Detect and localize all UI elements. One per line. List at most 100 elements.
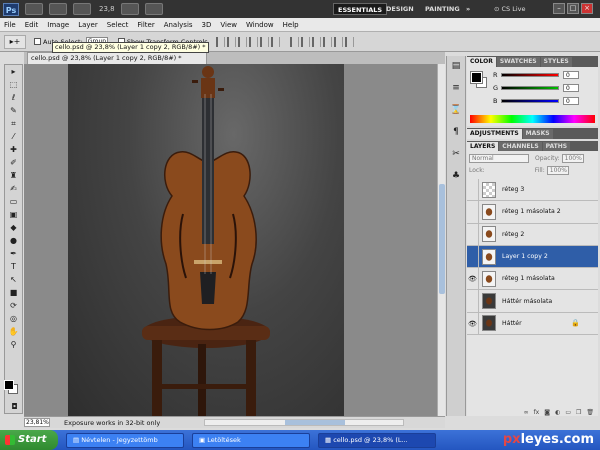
menu-image[interactable]: Image [47,21,69,29]
align-middle-icon[interactable] [226,36,236,47]
menu-3d[interactable]: 3D [202,21,212,29]
delete-layer-icon[interactable]: 🗑 [586,409,594,419]
move-tool-preset-icon[interactable]: ▸+ [4,34,26,49]
visibility-toggle[interactable] [467,201,479,223]
dodge-tool-icon[interactable]: ● [7,235,20,246]
vertical-scrollbar[interactable] [437,64,445,416]
mini-bridge-button[interactable] [49,3,67,15]
horizontal-scrollbar[interactable] [204,419,404,426]
menu-file[interactable]: File [4,21,16,29]
crop-tool-icon[interactable]: ⌗ [7,118,20,129]
visibility-toggle[interactable] [467,179,479,201]
task-downloads[interactable]: ▣ Letöltések [192,432,310,448]
menu-select[interactable]: Select [107,21,129,29]
layer-row[interactable]: réteg 2 [467,223,598,246]
layer-row[interactable]: Háttér másolata [467,290,598,313]
zoom-field[interactable]: 23,81% [24,418,50,427]
tab-color[interactable]: COLOR [467,57,496,67]
new-group-icon[interactable]: ▭ [565,409,571,419]
menu-edit[interactable]: Edit [25,21,39,29]
align-bottom-icon[interactable] [237,36,247,47]
eraser-tool-icon[interactable]: ▭ [7,196,20,207]
visibility-toggle[interactable] [467,223,479,245]
3d-orbit-tool-icon[interactable]: ◎ [7,313,20,324]
menu-layer[interactable]: Layer [78,21,98,29]
red-slider[interactable] [501,73,559,77]
hand-tool-button[interactable] [73,3,91,15]
arrange-documents-button[interactable] [120,3,139,15]
distribute-left-icon[interactable] [322,36,332,47]
fill-field[interactable]: 100% [546,165,569,175]
visibility-toggle[interactable] [467,290,479,312]
healing-brush-tool-icon[interactable]: ✚ [7,144,20,155]
tab-masks[interactable]: MASKS [522,129,553,139]
task-notepad[interactable]: ▤ Névtelen - Jegyzettömb [66,432,184,448]
auto-select-checkbox[interactable] [34,38,41,45]
menu-window[interactable]: Window [246,21,274,29]
menu-view[interactable]: View [220,21,237,29]
tab-adjustments[interactable]: ADJUSTMENTS [467,129,522,139]
menu-analysis[interactable]: Analysis [164,21,193,29]
screen-mode-button[interactable] [144,3,163,15]
mini-bridge-icon[interactable]: ▤ [449,60,463,72]
opacity-field[interactable]: 100% [561,153,584,163]
distribute-middle-icon[interactable] [300,36,310,47]
history-icon[interactable]: ⌛ [449,104,463,116]
align-top-icon[interactable] [215,36,225,47]
color-panel-foreground-swatch[interactable] [470,71,483,84]
blue-slider[interactable] [501,99,559,103]
blue-value[interactable]: 0 [563,97,579,105]
brush-tool-icon[interactable]: ✐ [7,157,20,168]
red-value[interactable]: 0 [563,71,579,79]
layer-row-selected[interactable]: Layer 1 copy 2 [467,245,598,269]
clone-source-icon[interactable]: ♣ [449,170,463,182]
3d-rotate-tool-icon[interactable]: ⟳ [7,300,20,311]
foreground-color-swatch[interactable] [4,380,14,390]
horizontal-scroll-thumb[interactable] [285,420,345,425]
green-slider[interactable] [501,86,559,90]
align-right-icon[interactable] [270,36,280,47]
layer-row[interactable]: 👁 réteg 1 másolata [467,268,598,291]
workspace-overflow[interactable]: » [462,3,474,15]
hand-tool-icon[interactable]: ✋ [7,326,20,337]
quick-mask-icon[interactable]: ◘ [8,401,21,412]
move-tool-icon[interactable]: ▸ [7,66,20,77]
start-button[interactable]: Start [0,430,58,450]
align-center-icon[interactable] [259,36,269,47]
type-tool-icon[interactable]: T [7,261,20,272]
close-icon[interactable]: × [581,3,593,14]
document-tab[interactable]: cello.psd @ 23,8% (Layer 1 copy 2, RGB/8… [27,52,207,64]
distribute-bottom-icon[interactable] [311,36,321,47]
tool-presets-icon[interactable]: ✂ [449,148,463,160]
path-selection-tool-icon[interactable]: ↖ [7,274,20,285]
layer-row[interactable]: réteg 1 másolata 2 [467,201,598,224]
vertical-scroll-thumb[interactable] [439,184,445,294]
color-spectrum[interactable] [470,115,595,123]
workspace-painting[interactable]: PAINTING [421,3,464,15]
task-photoshop[interactable]: ▦ cello.psd @ 23,8% (L... [318,432,436,448]
new-layer-icon[interactable]: ❐ [576,409,581,419]
green-value[interactable]: 0 [563,84,579,92]
blend-mode-dropdown[interactable]: Normal [469,153,529,163]
cs-live-button[interactable]: ⊙ CS Live [494,3,526,15]
menu-filter[interactable]: Filter [137,21,154,29]
history-brush-tool-icon[interactable]: ✍ [7,183,20,194]
workspace-essentials[interactable]: ESSENTIALS [333,3,388,15]
pen-tool-icon[interactable]: ✒ [7,248,20,259]
eye-icon[interactable]: 👁 [467,312,479,335]
quick-select-tool-icon[interactable]: ✎ [7,105,20,116]
paragraph-icon[interactable]: ¶ [449,126,463,138]
link-layers-icon[interactable]: ∞ [524,409,529,419]
gradient-tool-icon[interactable]: ▣ [7,209,20,220]
blur-tool-icon[interactable]: ◆ [7,222,20,233]
maximize-icon[interactable]: □ [567,3,579,14]
layer-row[interactable]: réteg 3 [467,179,598,202]
layer-row[interactable]: 👁 Háttér 🔒 [467,312,598,336]
visibility-toggle[interactable] [467,245,479,268]
zoom-level[interactable]: 23,8 [99,5,115,13]
minimize-icon[interactable]: – [553,3,565,14]
distribute-top-icon[interactable] [289,36,299,47]
layer-style-icon[interactable]: fx [534,409,540,419]
distribute-center-icon[interactable] [333,36,343,47]
tab-styles[interactable]: STYLES [540,57,572,67]
